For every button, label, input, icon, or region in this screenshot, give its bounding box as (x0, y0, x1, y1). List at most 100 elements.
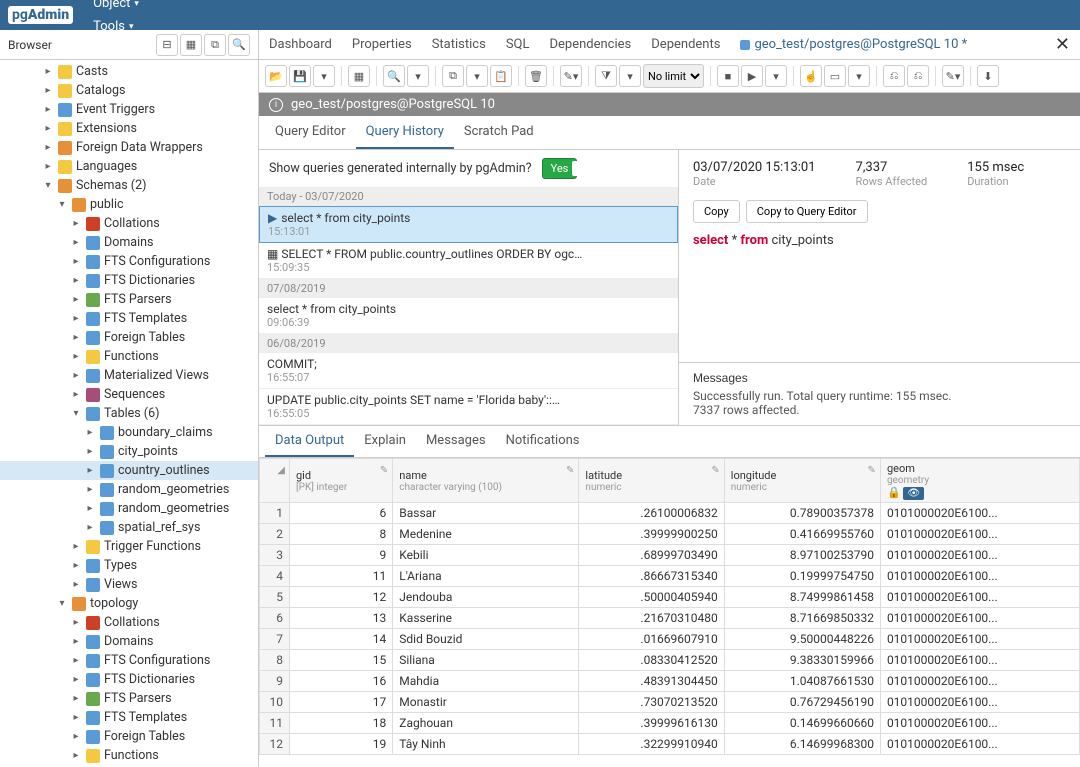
search-icon[interactable]: 🔍 (383, 65, 405, 87)
internal-queries-toggle[interactable]: Yes (542, 158, 578, 179)
tab-statistics[interactable]: Statistics (422, 31, 496, 58)
tab-properties[interactable]: Properties (342, 31, 422, 58)
tree-node[interactable]: ▸FTS Dictionaries (0, 670, 258, 689)
chevron-down-icon[interactable]: ▾ (313, 65, 335, 87)
tree-node[interactable]: ▸FTS Templates (0, 708, 258, 727)
tree-node[interactable]: ▸Materialized Views (0, 366, 258, 385)
filter-icon[interactable]: ⧩ (595, 65, 617, 87)
filter-icon[interactable]: ⧉ (204, 34, 226, 56)
table-row[interactable]: 916Mahdia.483913044501.04087661530010100… (260, 671, 1080, 692)
tree-node[interactable]: ▸random_geometries (0, 499, 258, 518)
table-row[interactable]: 28Medenine.399999002500.4166995576001010… (260, 524, 1080, 545)
object-tree[interactable]: ▸Casts▸Catalogs▸Event Triggers▸Extension… (0, 60, 259, 767)
stop-icon[interactable]: ■ (717, 65, 739, 87)
tree-node[interactable]: ▸city_points (0, 442, 258, 461)
tree-node[interactable]: ▸random_geometries (0, 480, 258, 499)
explain-icon[interactable]: ☝ (800, 65, 822, 87)
history-item[interactable]: select * from city_points09:06:39 (259, 298, 678, 334)
tree-node[interactable]: ▾topology (0, 594, 258, 613)
tree-node[interactable]: ▾Tables (6) (0, 404, 258, 423)
tree-node[interactable]: ▸Trigger Functions (0, 537, 258, 556)
close-icon[interactable]: ✕ (1045, 34, 1080, 55)
table-row[interactable]: 1017Monastir.730702135200.76729456190010… (260, 692, 1080, 713)
menu-object[interactable]: Object ▾ (85, 0, 147, 15)
tree-node[interactable]: ▸Collations (0, 613, 258, 632)
grid-icon[interactable]: ▦ (180, 34, 202, 56)
history-item[interactable]: ▦ SELECT * FROM public.country_outlines … (259, 243, 678, 279)
open-icon[interactable]: 📂 (265, 65, 287, 87)
explain-opts-icon[interactable]: ▭ (824, 65, 846, 87)
tree-node[interactable]: ▸Foreign Tables (0, 727, 258, 746)
table-row[interactable]: 512Jendouba.500004059408.749998614580101… (260, 587, 1080, 608)
resulttab-messages[interactable]: Messages (416, 426, 496, 457)
tree-node[interactable]: ▾Schemas (2) (0, 176, 258, 195)
chevron-down-icon[interactable]: ▾ (848, 65, 870, 87)
trash-icon[interactable]: 🗑 (525, 65, 547, 87)
resulttab-explain[interactable]: Explain (354, 426, 416, 457)
tree-node[interactable]: ▸Functions (0, 347, 258, 366)
resulttab-notifications[interactable]: Notifications (496, 426, 590, 457)
chevron-down-icon[interactable]: ▾ (619, 65, 641, 87)
tab-sql-session[interactable]: geo_test/postgres@PostgreSQL 10 * (730, 31, 977, 58)
tab-sql[interactable]: SQL (496, 31, 540, 58)
commit-icon[interactable]: ⎌ (883, 65, 905, 87)
table-row[interactable]: 39Kebili.689997034908.971002537900101000… (260, 545, 1080, 566)
subtab-scratch-pad[interactable]: Scratch Pad (454, 116, 544, 149)
copy-icon[interactable]: ⧉ (442, 65, 464, 87)
tree-node[interactable]: ▸Domains (0, 632, 258, 651)
tree-node[interactable]: ▾public (0, 195, 258, 214)
tree-node[interactable]: ▸Event Triggers (0, 100, 258, 119)
copy-to-editor-button[interactable]: Copy to Query Editor (746, 200, 868, 223)
table-row[interactable]: 714Sdid Bouzid.016696079109.500004482260… (260, 629, 1080, 650)
paste-icon[interactable]: 📋 (490, 65, 512, 87)
tree-node[interactable]: ▸FTS Parsers (0, 689, 258, 708)
tree-node[interactable]: ▸FTS Dictionaries (0, 271, 258, 290)
tree-node[interactable]: ▸FTS Configurations (0, 651, 258, 670)
resulttab-data-output[interactable]: Data Output (265, 426, 354, 457)
tree-node[interactable]: ▸Casts (0, 62, 258, 81)
search-icon[interactable]: 🔍 (228, 34, 250, 56)
table-row[interactable]: 16Bassar.261000068320.789003573780101000… (260, 503, 1080, 524)
history-item[interactable]: UPDATE public.city_points SET name = 'Fl… (259, 389, 678, 425)
tree-node[interactable]: ▸Languages (0, 157, 258, 176)
tree-node[interactable]: ▸Types (0, 556, 258, 575)
edit-icon[interactable]: ▦ (348, 65, 370, 87)
tree-node[interactable]: ▸FTS Templates (0, 309, 258, 328)
pencil-icon[interactable]: ✎▾ (560, 65, 582, 87)
tree-node[interactable]: ▸Catalogs (0, 81, 258, 100)
tab-dependents[interactable]: Dependents (641, 31, 730, 58)
tree-node[interactable]: ▸Domains (0, 233, 258, 252)
tree-node[interactable]: ▸Views (0, 575, 258, 594)
tree-node[interactable]: ▸Functions (0, 746, 258, 765)
history-item[interactable]: COMMIT;16:55:07 (259, 353, 678, 389)
limit-select[interactable]: No limit (643, 64, 704, 88)
tree-node[interactable]: ▸Foreign Tables (0, 328, 258, 347)
tab-dashboard[interactable]: Dashboard (259, 31, 342, 58)
tree-node[interactable]: ▸Sequences (0, 385, 258, 404)
tree-node[interactable]: ▸FTS Configurations (0, 252, 258, 271)
subtab-query-editor[interactable]: Query Editor (265, 116, 356, 149)
tree-node[interactable]: ▸Collations (0, 214, 258, 233)
copy-button[interactable]: Copy (693, 200, 740, 223)
tree-node[interactable]: ▸FTS Parsers (0, 290, 258, 309)
tree-node[interactable]: ▸Foreign Data Wrappers (0, 138, 258, 157)
table-row[interactable]: 1219Tây Ninh.322999109406.14699968300010… (260, 734, 1080, 755)
save-icon[interactable]: 💾 (289, 65, 311, 87)
chevron-down-icon[interactable]: ▾ (466, 65, 488, 87)
chevron-down-icon[interactable]: ▾ (765, 65, 787, 87)
play-icon[interactable]: ▶ (741, 65, 763, 87)
chevron-down-icon[interactable]: ▾ (407, 65, 429, 87)
download-icon[interactable]: ⬇ (977, 65, 999, 87)
tree-node[interactable]: ▸spatial_ref_sys (0, 518, 258, 537)
subtab-query-history[interactable]: Query History (356, 116, 454, 149)
tree-node[interactable]: ▸boundary_claims (0, 423, 258, 442)
table-row[interactable]: 411L'Ariana.866673153400.199997547500101… (260, 566, 1080, 587)
tab-dependencies[interactable]: Dependencies (539, 31, 641, 58)
table-row[interactable]: 613Kasserine.216703104808.71669850332010… (260, 608, 1080, 629)
table-row[interactable]: 815Siliana.083304125209.3833015996601010… (260, 650, 1080, 671)
data-grid[interactable]: ◢gid[PK] integer✎namecharacter varying (… (259, 458, 1080, 767)
lock-icon[interactable]: ⊟ (156, 34, 178, 56)
tree-node[interactable]: ▸Extensions (0, 119, 258, 138)
history-item[interactable]: ▶select * from city_points15:13:01 (259, 206, 678, 243)
macro-icon[interactable]: ✎▾ (942, 65, 964, 87)
